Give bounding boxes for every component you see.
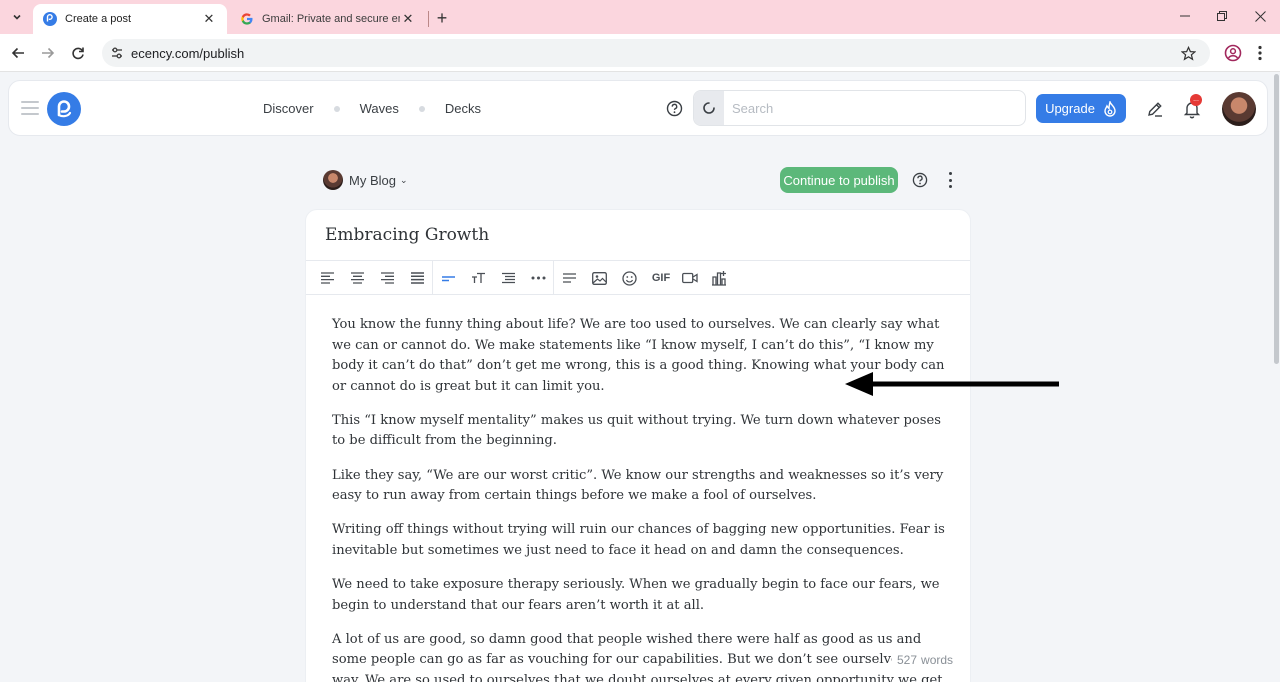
close-tab-icon[interactable]: ✕ — [400, 11, 416, 27]
more-icon[interactable] — [529, 269, 547, 287]
minimize-icon[interactable] — [1174, 6, 1196, 26]
paragraph-icon[interactable] — [439, 269, 457, 287]
google-favicon-icon — [240, 12, 254, 26]
poll-icon[interactable] — [710, 269, 728, 287]
close-window-icon[interactable] — [1249, 6, 1271, 26]
close-tab-icon[interactable]: ✕ — [201, 11, 217, 27]
toolbar-divider — [553, 261, 554, 295]
nav-decks[interactable]: Decks — [445, 101, 481, 116]
align-center-icon[interactable] — [348, 269, 366, 287]
word-count: 527 words — [892, 651, 959, 669]
blog-selector-label: My Blog — [349, 172, 396, 188]
reload-icon[interactable] — [67, 42, 89, 64]
scrollbar-thumb[interactable] — [1274, 74, 1279, 364]
browser-toolbar: ecency.com/publish — [0, 34, 1280, 72]
loading-spinner-icon — [694, 91, 724, 125]
new-tab-icon[interactable]: + — [432, 8, 452, 28]
nav-separator — [333, 105, 340, 112]
blog-avatar — [323, 170, 343, 190]
body-paragraph: We need to take exposure therapy serious… — [332, 576, 940, 613]
back-icon[interactable] — [7, 42, 29, 64]
tab-title: Create a post — [65, 13, 132, 25]
upgrade-button[interactable]: Upgrade — [1036, 94, 1126, 123]
align-left-icon[interactable] — [318, 269, 336, 287]
address-bar[interactable]: ecency.com/publish — [102, 39, 1210, 67]
word-count-value: 527 — [897, 653, 918, 667]
hamburger-menu-icon[interactable] — [21, 101, 39, 115]
toolbar-divider — [432, 261, 433, 295]
bookmark-star-icon[interactable] — [1178, 43, 1198, 63]
tab-title: Gmail: Private and secure email — [262, 13, 400, 25]
annotation-arrow-icon — [845, 372, 1059, 396]
browser-profile-icon[interactable] — [1222, 42, 1244, 64]
emoji-icon[interactable] — [620, 269, 638, 287]
site-info-icon[interactable] — [108, 44, 126, 62]
formatting-toolbar: GIF — [306, 260, 970, 295]
chevron-down-icon: ⌄ — [399, 174, 408, 185]
align-justify-icon[interactable] — [408, 269, 426, 287]
post-editor: Embracing Growth GIF You know the funny … — [305, 209, 971, 682]
user-avatar[interactable] — [1222, 92, 1256, 126]
pencil-icon[interactable] — [1146, 100, 1164, 118]
notification-badge: ... — [1190, 94, 1202, 106]
search-input[interactable] — [732, 91, 1017, 125]
search-box — [693, 90, 1026, 126]
body-paragraph: A lot of us are good, so damn good that … — [332, 631, 947, 682]
site-header: Discover Waves Decks Upgrade ... — [8, 80, 1268, 136]
continue-to-publish-button[interactable]: Continue to publish — [780, 167, 898, 193]
blog-selector[interactable]: My Blog ⌄ — [323, 170, 408, 190]
tab-search-button[interactable] — [6, 6, 28, 28]
list-icon[interactable] — [499, 269, 517, 287]
tab-create-post[interactable]: Create a post ✕ — [33, 4, 227, 34]
browser-menu-icon[interactable] — [1253, 42, 1267, 64]
editor-more-icon[interactable] — [946, 172, 954, 188]
tab-separator — [428, 11, 429, 27]
main-nav: Discover Waves Decks — [263, 101, 481, 116]
gif-icon[interactable]: GIF — [650, 269, 672, 287]
page-scrollbar[interactable] — [1273, 72, 1280, 682]
ecency-favicon-icon — [43, 12, 57, 26]
upgrade-label: Upgrade — [1045, 101, 1095, 116]
nav-discover[interactable]: Discover — [263, 101, 314, 116]
text-block-icon[interactable] — [560, 269, 578, 287]
video-icon[interactable] — [681, 269, 699, 287]
nav-waves[interactable]: Waves — [360, 101, 399, 116]
align-right-icon[interactable] — [378, 269, 396, 287]
editor-help-icon[interactable] — [912, 172, 928, 188]
image-icon[interactable] — [590, 269, 608, 287]
text-size-icon[interactable] — [469, 269, 487, 287]
ecency-logo[interactable] — [47, 92, 81, 126]
flame-icon — [1104, 100, 1116, 117]
body-paragraph: Like they say, “We are our worst critic”… — [332, 467, 944, 504]
body-paragraph: Writing off things without trying will r… — [332, 522, 945, 558]
url-text: ecency.com/publish — [131, 46, 245, 61]
help-icon[interactable] — [666, 100, 683, 117]
browser-tab-bar: Create a post ✕ Gmail: Private and secur… — [0, 0, 1280, 34]
restore-icon[interactable] — [1211, 6, 1233, 26]
word-count-unit: words — [921, 653, 954, 667]
tab-gmail[interactable]: Gmail: Private and secure email ✕ — [230, 4, 426, 34]
body-paragraph: This “I know myself mentality” makes us … — [332, 412, 941, 449]
nav-separator — [418, 105, 425, 112]
forward-icon[interactable] — [37, 42, 59, 64]
post-title-input[interactable]: Embracing Growth — [325, 225, 489, 245]
